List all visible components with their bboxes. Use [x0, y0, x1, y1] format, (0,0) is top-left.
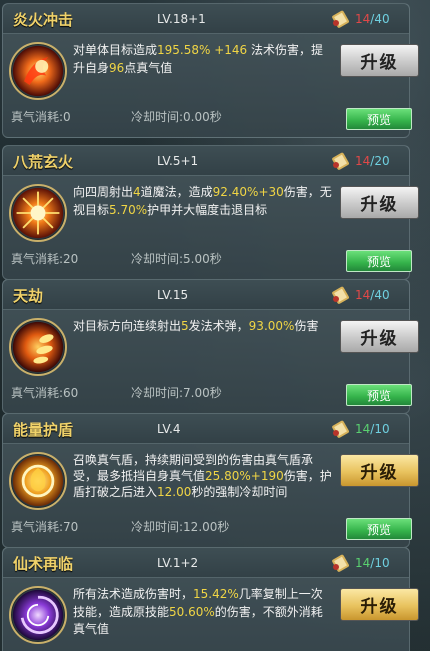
highlight-value: +30 [258, 185, 284, 199]
preview-button[interactable]: 预览 [346, 518, 412, 540]
description-text: 点真气值 [124, 60, 173, 75]
skill-card: 炎火冲击 LV.18+1 14/40 对单体目标造成195.58% +146 法… [2, 3, 419, 138]
fire-nova-icon [9, 184, 67, 242]
skill-name: 天劫 [13, 287, 44, 305]
skill-name: 能量护盾 [13, 421, 74, 439]
skill-description: 向四周射出4道魔法，造成92.40%+30伤害，无视目标5.70%护甲并大幅度击… [73, 184, 333, 219]
cooldown: 冷却时间:7.00秒 [131, 386, 222, 400]
skill-book-icon [332, 152, 349, 170]
skill-card: 仙术再临 LV.1+2 14/10 所有法术造成伤害时，15.42%几率复制上一… [2, 547, 419, 651]
description-text: 对单体目标造成 [73, 43, 158, 57]
skill-book-count: 14/20 [355, 154, 390, 168]
skill-level: LV.18+1 [157, 12, 206, 26]
upgrade-button[interactable]: 升级 [340, 186, 419, 219]
description-text: 护甲并大幅度击退目标 [147, 202, 268, 217]
highlight-value: +190 [250, 469, 284, 483]
preview-button[interactable]: 预览 [346, 384, 412, 406]
skill-book-count: 14/40 [355, 288, 390, 302]
skill-card: 八荒玄火 LV.5+1 14/20 向四周射出4道魔法，造成92.40%+30伤… [2, 145, 419, 280]
mana-cost: 真气消耗:60 [11, 386, 79, 400]
skill-level: LV.1+2 [157, 556, 199, 570]
description-text: 伤害 [294, 319, 319, 333]
skill-list[interactable]: 炎火冲击 LV.18+1 14/40 对单体目标造成195.58% +146 法… [0, 0, 430, 651]
skill-description: 对目标方向连续射出5发法术弹，93.00%伤害 [73, 318, 333, 336]
highlight-value: 25.80% [205, 469, 251, 483]
skill-description: 召唤真气盾，持续期间受到的伤害由真气盾承受，最多抵挡自身真气值25.80%+19… [73, 452, 333, 500]
mana-cost: 真气消耗:0 [11, 110, 71, 124]
skill-level: LV.15 [157, 288, 189, 302]
skill-book-icon [332, 10, 349, 28]
description-text: 对目标方向连续射出 [73, 319, 182, 333]
skill-book-icon [332, 420, 349, 438]
skill-level: LV.4 [157, 422, 181, 436]
skill-header: 天劫 LV.15 14/40 [3, 280, 409, 310]
preview-button[interactable]: 预览 [346, 108, 412, 130]
fire-burst-icon [9, 42, 67, 100]
highlight-value: 93.00% [248, 319, 295, 333]
description-text: 所有法术造成伤害时， [73, 587, 194, 601]
highlight-value: 195.58% [157, 43, 211, 57]
cooldown: 冷却时间:12.00秒 [131, 520, 230, 534]
highlight-value: 5.70% [109, 202, 148, 217]
cooldown: 冷却时间:5.00秒 [131, 252, 222, 266]
highlight-value: 92.40% [212, 185, 259, 199]
skill-name: 仙术再临 [13, 555, 74, 573]
mana-cost: 真气消耗:70 [11, 520, 79, 534]
highlight-value: 96 [109, 60, 125, 75]
highlight-value: 15.42% [193, 587, 239, 601]
skill-card: 天劫 LV.15 14/40 对目标方向连续射出5发法术弹，93.00%伤害 真… [2, 279, 419, 414]
description-text: 道魔法，造成 [140, 185, 213, 199]
highlight-value: 4 [133, 185, 141, 199]
mana-cost: 真气消耗:20 [11, 252, 79, 266]
skill-level: LV.5+1 [157, 154, 199, 168]
description-text: 向四周射出 [73, 185, 134, 199]
description-text: 秒的强制冷却时间 [191, 485, 288, 499]
skill-book-count: 14/40 [355, 12, 390, 26]
skill-description: 所有法术造成伤害时，15.42%几率复制上一次技能，造成原技能50.60%的伤害… [73, 586, 333, 639]
preview-button[interactable]: 预览 [346, 250, 412, 272]
arcane-vortex-icon [9, 586, 67, 644]
skill-card: 能量护盾 LV.4 14/10 召唤真气盾，持续期间受到的伤害由真气盾承受，最多… [2, 413, 419, 548]
skill-name: 炎火冲击 [13, 11, 74, 29]
description-text: 发法术弹， [188, 319, 249, 333]
highlight-value: 50.60% [169, 604, 215, 619]
skill-header: 八荒玄火 LV.5+1 14/20 [3, 146, 409, 176]
highlight-value: 12.00 [157, 485, 192, 499]
skill-description: 对单体目标造成195.58% +146 法术伤害，提升自身96点真气值 [73, 42, 333, 77]
highlight-value: 5 [181, 319, 189, 333]
upgrade-button[interactable]: 升级 [340, 320, 419, 353]
skill-header: 能量护盾 LV.4 14/10 [3, 414, 409, 444]
cooldown: 冷却时间:0.00秒 [131, 110, 222, 124]
skill-book-icon [332, 554, 349, 572]
skill-header: 炎火冲击 LV.18+1 14/40 [3, 4, 409, 34]
upgrade-button[interactable]: 升级 [340, 454, 419, 487]
upgrade-button[interactable]: 升级 [340, 588, 419, 621]
skill-book-icon [332, 286, 349, 304]
skill-header: 仙术再临 LV.1+2 14/10 [3, 548, 409, 578]
fireball-volley-icon [9, 318, 67, 376]
skill-name: 八荒玄火 [13, 153, 74, 171]
highlight-value: +146 [210, 43, 248, 57]
energy-shield-icon [9, 452, 67, 510]
skill-book-count: 14/10 [355, 422, 390, 436]
upgrade-button[interactable]: 升级 [340, 44, 419, 77]
skill-book-count: 14/10 [355, 556, 390, 570]
